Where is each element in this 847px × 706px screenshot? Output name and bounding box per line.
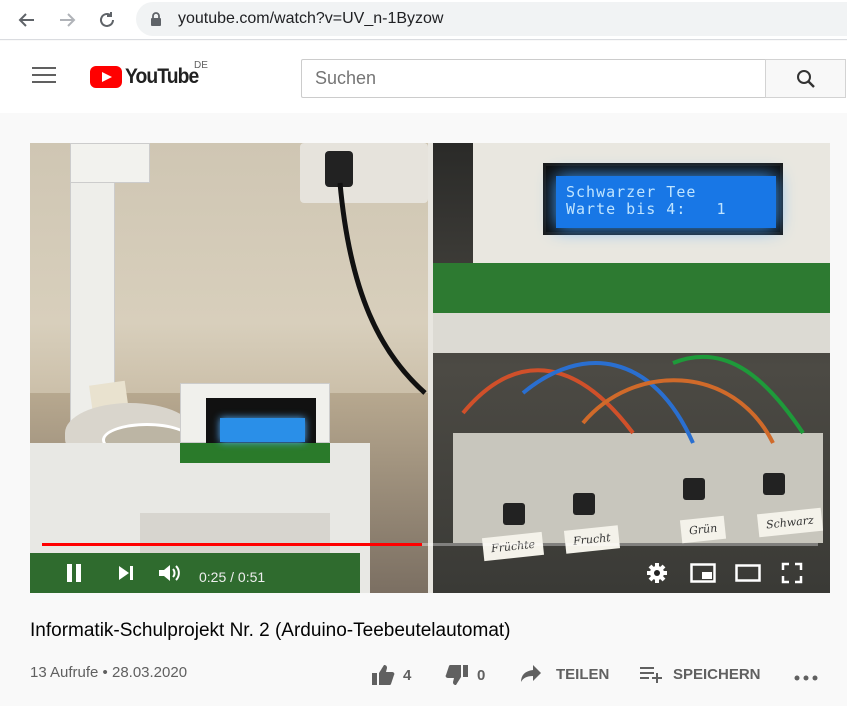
more-actions-button[interactable] bbox=[793, 664, 819, 693]
gear-icon bbox=[647, 563, 667, 583]
arrow-right-icon bbox=[60, 13, 76, 27]
skip-next-icon bbox=[119, 566, 133, 580]
search-icon bbox=[796, 69, 815, 88]
progress-fill bbox=[42, 543, 423, 546]
like-count: 4 bbox=[403, 666, 412, 684]
playlist-add-icon bbox=[640, 667, 662, 683]
youtube-play-icon bbox=[90, 66, 122, 88]
logo-text: YouTube bbox=[125, 65, 199, 88]
save-label: SPEICHERN bbox=[673, 665, 761, 683]
theater-mode-button[interactable] bbox=[732, 559, 764, 587]
reload-button[interactable] bbox=[94, 7, 120, 33]
video-right-frame: Schwarzer Tee Warte bis 4: 1 Früchte Fru… bbox=[433, 143, 830, 593]
miniplayer-button[interactable] bbox=[687, 559, 719, 587]
share-icon bbox=[521, 665, 541, 682]
fullscreen-icon bbox=[781, 562, 803, 584]
lcd-line-1: Schwarzer Tee bbox=[566, 183, 697, 201]
volume-icon bbox=[159, 565, 180, 581]
wires-decor bbox=[461, 354, 805, 444]
label-card-3: Grün bbox=[679, 515, 727, 544]
lcd-line-2: Warte bis 4: 1 bbox=[566, 200, 727, 218]
more-horizontal-icon bbox=[794, 675, 818, 681]
progress-bar[interactable] bbox=[42, 543, 818, 546]
miniplayer-icon bbox=[690, 563, 716, 583]
time-display: 0:25 / 0:51 bbox=[199, 569, 266, 585]
search-button[interactable] bbox=[765, 59, 846, 98]
browser-toolbar: youtube.com/watch?v=UV_n-1Byzow bbox=[0, 0, 847, 40]
player-controls: 0:25 / 0:51 bbox=[30, 553, 830, 593]
next-button[interactable] bbox=[112, 559, 140, 587]
lock-icon bbox=[151, 12, 161, 26]
youtube-logo[interactable]: YouTube DE bbox=[90, 60, 208, 90]
back-button[interactable] bbox=[14, 7, 40, 33]
pause-icon bbox=[67, 564, 81, 582]
video-left-frame bbox=[30, 143, 428, 593]
url-text: youtube.com/watch?v=UV_n-1Byzow bbox=[178, 10, 444, 27]
search-field[interactable] bbox=[301, 59, 766, 98]
dislike-count: 0 bbox=[477, 666, 486, 684]
save-button[interactable]: SPEICHERN bbox=[639, 664, 761, 684]
thumbs-down-icon bbox=[445, 665, 468, 685]
theater-icon bbox=[735, 564, 761, 582]
video-title: Informatik-Schulprojekt Nr. 2 (Arduino-T… bbox=[30, 620, 511, 641]
fullscreen-button[interactable] bbox=[778, 559, 806, 587]
forward-button[interactable] bbox=[54, 7, 80, 33]
like-button[interactable]: 4 bbox=[371, 664, 411, 686]
video-player[interactable]: Schwarzer Tee Warte bis 4: 1 Früchte Fru… bbox=[30, 143, 830, 593]
share-button[interactable]: TEILEN bbox=[520, 664, 609, 684]
arrow-left-icon bbox=[18, 13, 34, 27]
address-bar[interactable]: youtube.com/watch?v=UV_n-1Byzow bbox=[136, 2, 847, 36]
youtube-header: YouTube DE bbox=[0, 41, 847, 113]
dislike-button[interactable]: 0 bbox=[445, 664, 485, 686]
hamburger-menu-icon[interactable] bbox=[32, 67, 56, 85]
volume-button[interactable] bbox=[154, 559, 186, 587]
search-input[interactable] bbox=[302, 60, 766, 97]
pause-button[interactable] bbox=[60, 559, 88, 587]
reload-icon bbox=[100, 12, 114, 27]
share-label: TEILEN bbox=[556, 665, 610, 683]
thumbs-up-icon bbox=[372, 665, 395, 685]
region-code: DE bbox=[194, 60, 208, 71]
settings-button[interactable] bbox=[643, 559, 671, 587]
lcd-display: Schwarzer Tee Warte bis 4: 1 bbox=[543, 163, 783, 235]
view-count-date: 13 Aufrufe • 28.03.2020 bbox=[30, 664, 188, 681]
label-card-2: Frucht bbox=[563, 525, 620, 554]
